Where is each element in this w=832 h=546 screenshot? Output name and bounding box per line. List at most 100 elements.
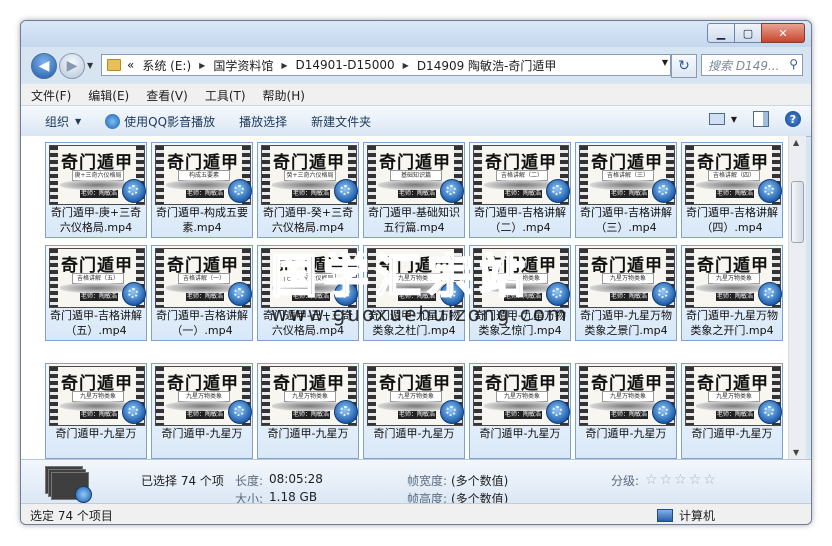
play-selection-button[interactable]: 播放选择 (239, 113, 287, 130)
breadcrumb-folder[interactable]: D14901-D15000 (295, 58, 394, 72)
breadcrumb-separator-icon[interactable]: ▶ (403, 61, 409, 70)
new-folder-button[interactable]: 新建文件夹 (311, 113, 371, 130)
address-dropdown-icon[interactable]: ▼ (662, 58, 668, 67)
file-name: 奇门遁甲-九星万 (267, 427, 349, 440)
file-item[interactable]: 奇门遁甲 庚+三奇六仪格局 老师：陶敏浩 奇门遁甲-庚+三奇六仪格局.mp4 (45, 142, 147, 238)
file-item[interactable]: 奇门遁甲 九星万物类象 老师：陶敏浩 奇门遁甲-九星万 (575, 363, 677, 459)
qq-video-badge-icon (758, 179, 782, 203)
file-item[interactable]: 奇门遁甲 九星万物类象 老师：陶敏浩 奇门遁甲-九星万物类象之景门.mp4 (575, 245, 677, 341)
file-name: 奇门遁甲-吉格讲解（四）.mp4 (686, 206, 778, 234)
menu-file[interactable]: 文件(F) (24, 87, 78, 104)
file-item[interactable]: 奇门遁甲 九星万物类象 老师：陶敏浩 奇门遁甲-九星万 (681, 363, 783, 459)
file-item[interactable]: 奇门遁甲 九星万物类象 老师：陶敏浩 奇门遁甲-九星万 (363, 363, 465, 459)
star-icon[interactable]: ☆ (674, 472, 687, 488)
file-item[interactable]: 奇门遁甲 吉格讲解（五） 老师：陶敏浩 奇门遁甲-吉格讲解（五）.mp4 (45, 245, 147, 341)
breadcrumb-folder[interactable]: 国学资料馆 (213, 57, 273, 74)
vertical-scrollbar[interactable]: ▲ ▼ (788, 136, 806, 459)
film-strip (368, 367, 376, 425)
minimize-button[interactable]: ▁ (707, 23, 735, 43)
star-icon[interactable]: ☆ (645, 472, 658, 488)
thumbnail-teacher-tag: 老师：陶敏浩 (398, 190, 436, 198)
star-icon[interactable]: ☆ (689, 472, 702, 488)
help-icon[interactable]: ? (785, 111, 801, 127)
search-input[interactable]: 搜索 D149... ⚲ (701, 54, 803, 76)
forward-button[interactable]: ▶ (59, 53, 85, 79)
file-item[interactable]: 奇门遁甲 九星万物类象 老师：陶敏浩 奇门遁甲-九星万物类象之杜门.mp4 (363, 245, 465, 341)
search-placeholder: 搜索 D149... (708, 58, 780, 73)
thumbnail-teacher-tag: 老师：陶敏浩 (186, 411, 224, 419)
film-strip (580, 367, 588, 425)
star-icon[interactable]: ☆ (703, 472, 716, 488)
refresh-icon: ↻ (678, 58, 690, 74)
rating-stars[interactable]: ☆ ☆ ☆ ☆ ☆ (645, 472, 718, 488)
menu-edit[interactable]: 编辑(E) (81, 87, 136, 104)
play-with-qq-button[interactable]: 使用QQ影音播放 (105, 113, 215, 130)
file-item[interactable]: 奇门遁甲 九星万物类象 老师：陶敏浩 奇门遁甲-九星万物类象之惊门.mp4 (469, 245, 571, 341)
search-icon[interactable]: ⚲ (789, 57, 798, 71)
file-name: 奇门遁甲-构成五要素.mp4 (156, 206, 248, 234)
menu-help[interactable]: 帮助(H) (256, 87, 312, 104)
chevron-down-icon: ▼ (75, 116, 82, 126)
file-item[interactable]: 奇门遁甲 九星万物类象 老师：陶敏浩 奇门遁甲-九星万 (45, 363, 147, 459)
file-item[interactable]: 奇门遁甲 构成五要素 老师：陶敏浩 奇门遁甲-构成五要素.mp4 (151, 142, 253, 238)
file-name: 奇门遁甲-九星万物类象之杜门.mp4 (368, 309, 460, 337)
file-name: 奇门遁甲-九星万 (585, 427, 667, 440)
file-item[interactable]: 奇门遁甲 九星万物类象 老师：陶敏浩 奇门遁甲-九星万 (257, 363, 359, 459)
qq-video-badge-icon (122, 400, 146, 424)
duration-value: 08:05:28 (269, 472, 323, 486)
film-strip (686, 249, 694, 307)
breadcrumb-overflow[interactable]: « (127, 58, 134, 72)
file-item[interactable]: 奇门遁甲 己+三奇六仪格局 老师：陶敏浩 奇门遁甲-己+三奇六仪格局.mp4 (257, 245, 359, 341)
breadcrumb-drive[interactable]: 系统 (E:) (142, 57, 191, 74)
thumbnail-teacher-tag: 老师：陶敏浩 (80, 190, 118, 198)
close-button[interactable]: ✕ (761, 23, 805, 43)
file-item[interactable]: 奇门遁甲 基础知识篇 老师：陶敏浩 奇门遁甲-基础知识五行篇.mp4 (363, 142, 465, 238)
maximize-button[interactable]: ▢ (734, 23, 762, 43)
organize-label: 组织 (45, 114, 70, 129)
status-location: 计算机 (657, 507, 715, 524)
frame-width-value: (多个数值) (451, 474, 509, 488)
refresh-button[interactable]: ↻ (671, 54, 697, 78)
scrollbar-thumb[interactable] (791, 181, 804, 243)
thumbnail-teacher-tag: 老师：陶敏浩 (716, 411, 754, 419)
thumbnail-teacher-tag: 老师：陶敏浩 (292, 293, 330, 301)
file-item[interactable]: 奇门遁甲 吉格讲解（一） 老师：陶敏浩 奇门遁甲-吉格讲解（一）.mp4 (151, 245, 253, 341)
file-item[interactable]: 奇门遁甲 吉格讲解（三） 老师：陶敏浩 奇门遁甲-吉格讲解（三）.mp4 (575, 142, 677, 238)
scroll-up-icon[interactable]: ▲ (793, 138, 799, 147)
film-strip (50, 367, 58, 425)
menu-tools[interactable]: 工具(T) (198, 87, 253, 104)
qq-video-badge-icon (228, 179, 252, 203)
file-name: 奇门遁甲-九星万物类象之开门.mp4 (686, 309, 778, 337)
details-pane: 已选择 74 个项 长度: 08:05:28 大小: 1.18 GB 帧宽度: … (21, 459, 811, 506)
file-item[interactable]: 奇门遁甲 吉格讲解（四） 老师：陶敏浩 奇门遁甲-吉格讲解（四）.mp4 (681, 142, 783, 238)
breadcrumb-separator-icon[interactable]: ▶ (199, 61, 205, 70)
file-name: 奇门遁甲-癸+三奇六仪格局.mp4 (262, 206, 354, 234)
organize-button[interactable]: 组织 ▼ (45, 113, 81, 130)
breadcrumb-current[interactable]: D14909 陶敏浩-奇门遁甲 (417, 57, 557, 74)
file-item[interactable]: 奇门遁甲 九星万物类象 老师：陶敏浩 奇门遁甲-九星万 (151, 363, 253, 459)
file-item[interactable]: 奇门遁甲 九星万物类象 老师：陶敏浩 奇门遁甲-九星万 (469, 363, 571, 459)
view-icon[interactable] (708, 113, 725, 125)
view-dropdown-icon[interactable]: ▼ (731, 115, 737, 124)
file-name: 奇门遁甲-吉格讲解（三）.mp4 (580, 206, 672, 234)
file-item[interactable]: 奇门遁甲 癸+三奇六仪格局 老师：陶敏浩 奇门遁甲-癸+三奇六仪格局.mp4 (257, 142, 359, 238)
file-item[interactable]: 奇门遁甲 吉格讲解（二） 老师：陶敏浩 奇门遁甲-吉格讲解（二）.mp4 (469, 142, 571, 238)
file-name: 奇门遁甲-基础知识五行篇.mp4 (368, 206, 460, 234)
frame-width-label: 帧宽度: (407, 474, 448, 488)
file-name: 奇门遁甲-九星万物类象之惊门.mp4 (474, 309, 566, 337)
file-list[interactable]: 奇门遁甲 庚+三奇六仪格局 老师：陶敏浩 奇门遁甲-庚+三奇六仪格局.mp4 奇门遁甲构… (21, 136, 788, 459)
address-bar[interactable]: « 系统 (E:) ▶ 国学资料馆 ▶ D14901-D15000 ▶ D149… (101, 54, 671, 76)
menu-view[interactable]: 查看(V) (139, 87, 195, 104)
star-icon[interactable]: ☆ (660, 472, 673, 488)
recent-pages-dropdown[interactable]: ▼ (87, 61, 93, 70)
breadcrumb-separator-icon[interactable]: ▶ (281, 61, 287, 70)
scroll-down-icon[interactable]: ▼ (793, 448, 799, 457)
film-strip (50, 146, 58, 204)
menu-bar: 文件(F) 编辑(E) 查看(V) 工具(T) 帮助(H) (21, 83, 811, 106)
file-item[interactable]: 奇门遁甲 九星万物类象 老师：陶敏浩 奇门遁甲-九星万物类象之开门.mp4 (681, 245, 783, 341)
file-name: 奇门遁甲-九星万 (55, 427, 137, 440)
preview-pane-icon[interactable] (753, 111, 769, 127)
film-strip (262, 249, 270, 307)
back-button[interactable]: ◀ (31, 53, 57, 79)
film-strip (580, 146, 588, 204)
